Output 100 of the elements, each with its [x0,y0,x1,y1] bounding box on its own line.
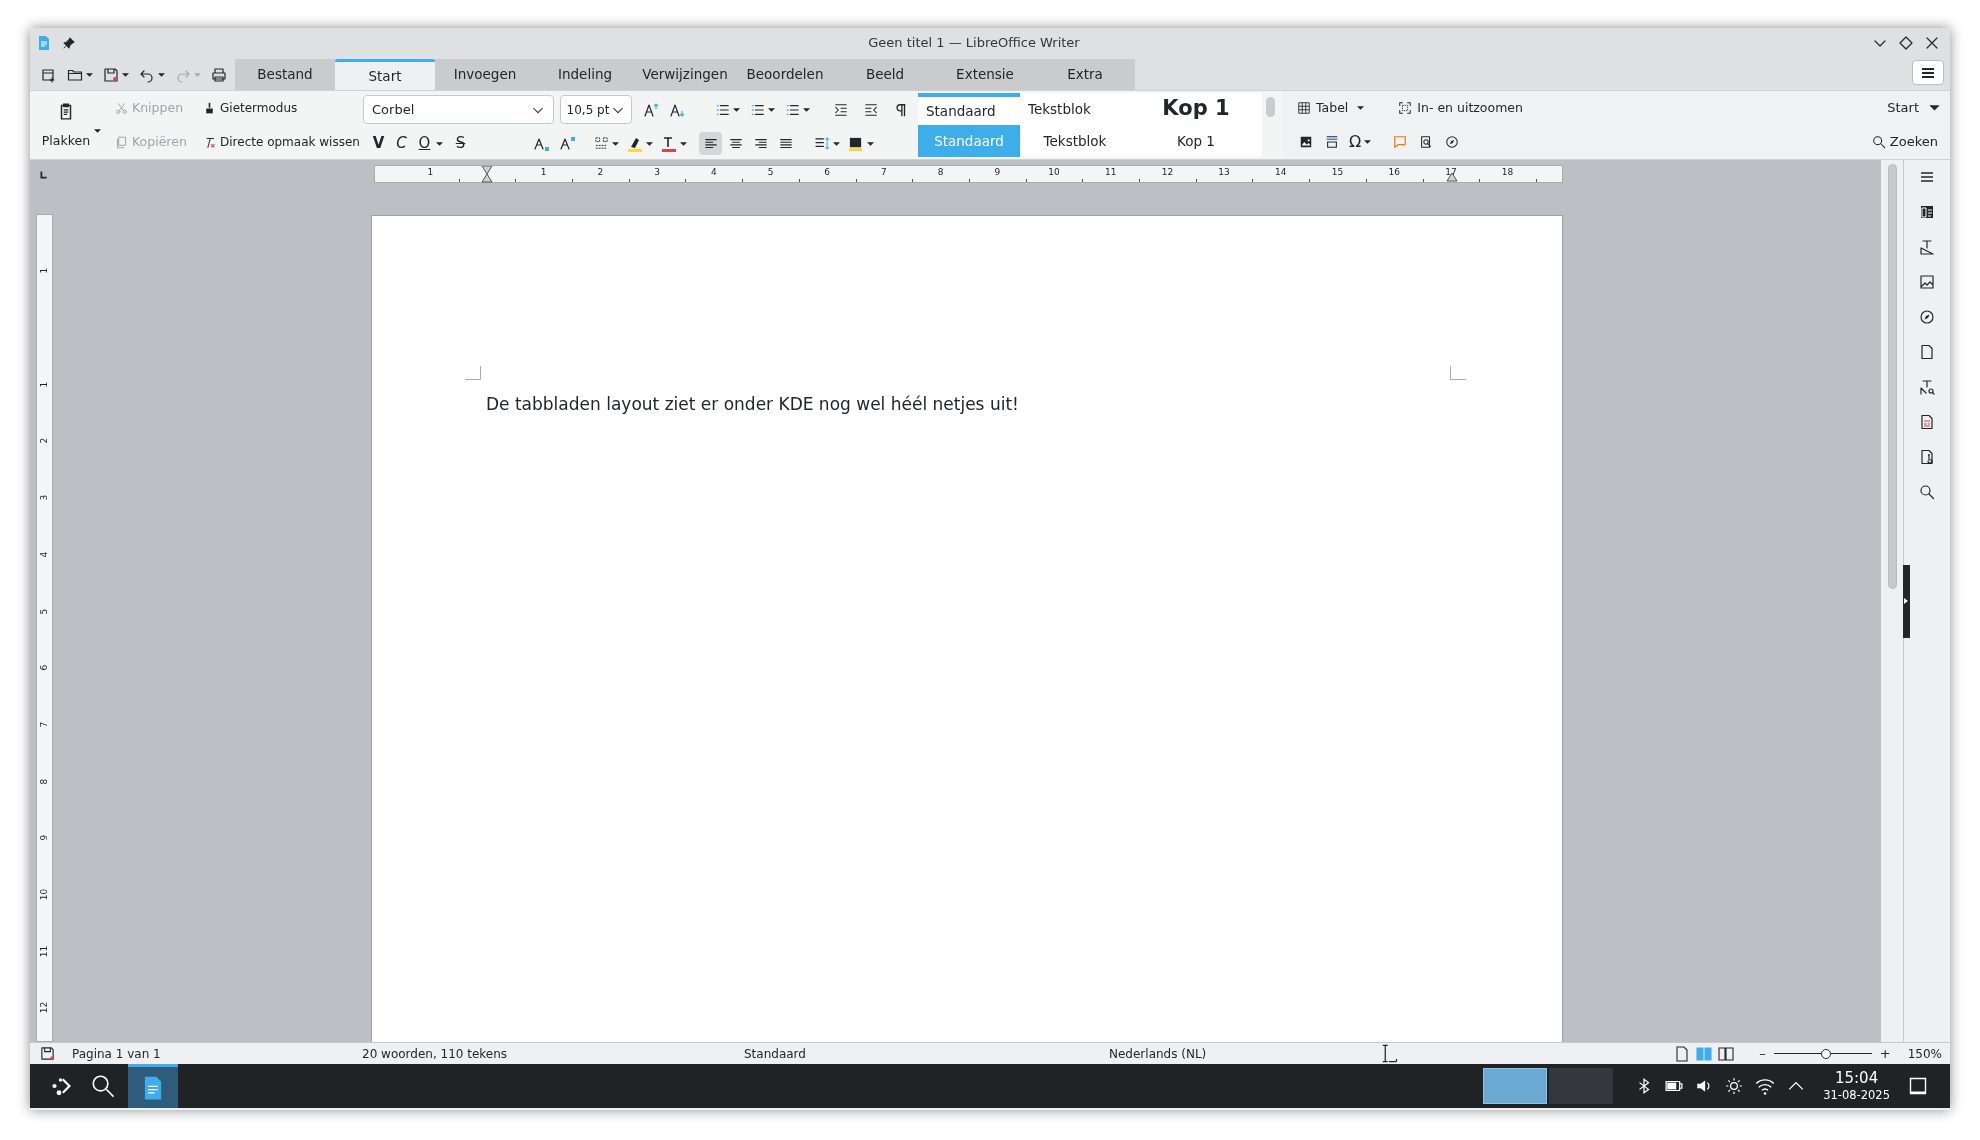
zoom-button[interactable]: In- en uitzoomen [1398,98,1523,118]
document-page[interactable]: De tabbladen layout ziet er onder KDE nog wel héél netjes uit! [371,215,1563,1042]
bold-button[interactable]: V [367,132,390,155]
superscript-icon[interactable] [560,135,576,152]
style-inspector-icon[interactable] [1919,379,1935,395]
brush-button[interactable]: Gietermodus [203,99,363,117]
navigator-icon[interactable] [1919,309,1935,325]
table-button[interactable]: Tabel [1297,98,1365,118]
page-icon[interactable] [1919,344,1935,360]
increase-indent-icon[interactable] [834,102,848,117]
ruler-number: 10 [1048,168,1060,177]
pin-icon[interactable] [62,35,76,50]
list-icon[interactable] [716,102,730,117]
book-page-view-icon[interactable] [1717,1045,1736,1062]
ruler-number: 17 [1445,168,1457,177]
caret-icon[interactable] [436,141,443,146]
sidebar-menu-icon[interactable] [1919,169,1935,185]
sidebar-collapse-handle[interactable] [1903,565,1910,638]
page-style[interactable]: Standaard [744,1044,1109,1063]
horizontal-ruler[interactable]: 1 1 2 3 4 5 6 7 8 9 10 11 12 13 14 15 16 17 18 [374,165,1563,183]
caret-icon[interactable] [733,107,740,112]
clock-date[interactable]: 31-08-2025 [1823,1088,1890,1103]
line-spacing-icon[interactable] [815,136,830,151]
ruler-number: 1 [39,266,49,276]
styles-icon[interactable] [1919,239,1935,255]
caret-icon [1929,105,1940,111]
caret-icon[interactable] [612,141,619,146]
zoom-out-button[interactable]: – [1759,1043,1766,1064]
bookmark-search-icon[interactable] [1419,135,1434,149]
compass-icon[interactable] [1445,135,1460,149]
gallery-scrollbar[interactable] [1266,97,1275,117]
ribbon-tab[interactable]: Start [335,59,435,90]
character-spacing-icon[interactable] [594,136,609,151]
scrollbar-thumb[interactable] [1887,164,1897,589]
caret-icon[interactable] [94,129,101,133]
toolbar-button[interactable] [211,66,227,83]
underline-button[interactable]: O [413,132,436,155]
header-footer-icon[interactable] [1325,135,1339,149]
list-icon[interactable] [786,102,800,117]
style-name[interactable]: Tekstblok [1020,125,1130,157]
font-size-field[interactable]: 10,5 pt [559,95,632,124]
toolbar-button[interactable] [103,66,129,83]
zoom-level[interactable]: 150% [1907,1044,1942,1063]
strike-button[interactable]: S [449,132,472,155]
align-left-icon [703,136,718,151]
language[interactable]: Nederlands (NL) [1109,1044,1379,1063]
paragraph-shading-icon[interactable] [848,136,863,151]
clock-time[interactable]: 15:04 [1834,1069,1879,1089]
special-character-button[interactable]: Ω [1349,134,1362,150]
toolbar-button[interactable] [41,66,57,83]
menu-button[interactable] [1912,60,1944,85]
caret-icon[interactable] [646,141,653,146]
left-margin-marker[interactable] [481,166,493,184]
accessibility-check-icon[interactable] [1919,449,1935,465]
vertical-ruler[interactable]: 1 1 2 3 4 5 6 7 8 9 10 11 12 [35,214,53,1042]
grow-font-icon[interactable] [644,101,660,118]
tab-menu-button[interactable]: Start [1887,98,1938,118]
caret-icon[interactable] [768,107,775,112]
search-icon[interactable] [90,1073,116,1099]
wifi-icon[interactable] [1755,1076,1776,1096]
manage-changes-icon[interactable] [1919,414,1935,430]
zoom-in-button[interactable]: + [1879,1043,1891,1064]
zoom-thumb[interactable] [1820,1048,1831,1059]
style-preview[interactable]: Tekstblok [1020,93,1130,125]
maximize-icon[interactable] [1898,34,1914,51]
properties-icon[interactable] [1919,204,1935,220]
align-justify-icon [778,136,793,151]
decrease-indent-icon[interactable] [864,102,878,117]
clear-button[interactable]: Directe opmaak wissen [203,133,363,151]
brightness-icon[interactable] [1725,1077,1744,1095]
show-desktop-icon[interactable] [1908,1076,1928,1096]
caret-icon[interactable] [803,107,810,112]
ruler-number: 13 [1218,168,1230,177]
new-document-icon [41,66,57,83]
style-name[interactable]: Kop 1 [1130,125,1262,157]
paste-button[interactable]: Plakken [34,91,98,159]
ruler-number: 12 [1161,168,1174,177]
word-count: 20 woorden, 110 tekens [362,1045,509,1063]
pilcrow-icon[interactable] [894,102,908,117]
floppy-disk-icon [103,66,119,83]
italic-button[interactable]: C [390,132,413,155]
document-modified-icon[interactable] [40,1046,55,1061]
caret-icon[interactable] [833,141,840,146]
image-icon[interactable] [1299,135,1313,149]
taskbar-task[interactable] [128,1064,178,1108]
copy-icon [115,135,128,149]
search-icon[interactable] [1919,484,1935,500]
font-color-icon[interactable] [661,135,677,152]
zoom-slider[interactable] [1773,1047,1872,1060]
gallery-icon[interactable] [1919,274,1935,290]
caret-icon[interactable] [1364,140,1372,144]
list-icon[interactable] [751,102,765,117]
printer-icon [211,66,227,83]
align-left-button[interactable] [699,132,722,155]
font-name-field[interactable]: Corbel [363,95,554,124]
caret-icon[interactable] [680,141,687,146]
search-button[interactable]: Zoeken [1871,132,1938,152]
highlighter-icon[interactable] [627,135,643,152]
caret-icon[interactable] [867,141,874,146]
style-preview[interactable]: Kop 1 [1130,93,1262,125]
